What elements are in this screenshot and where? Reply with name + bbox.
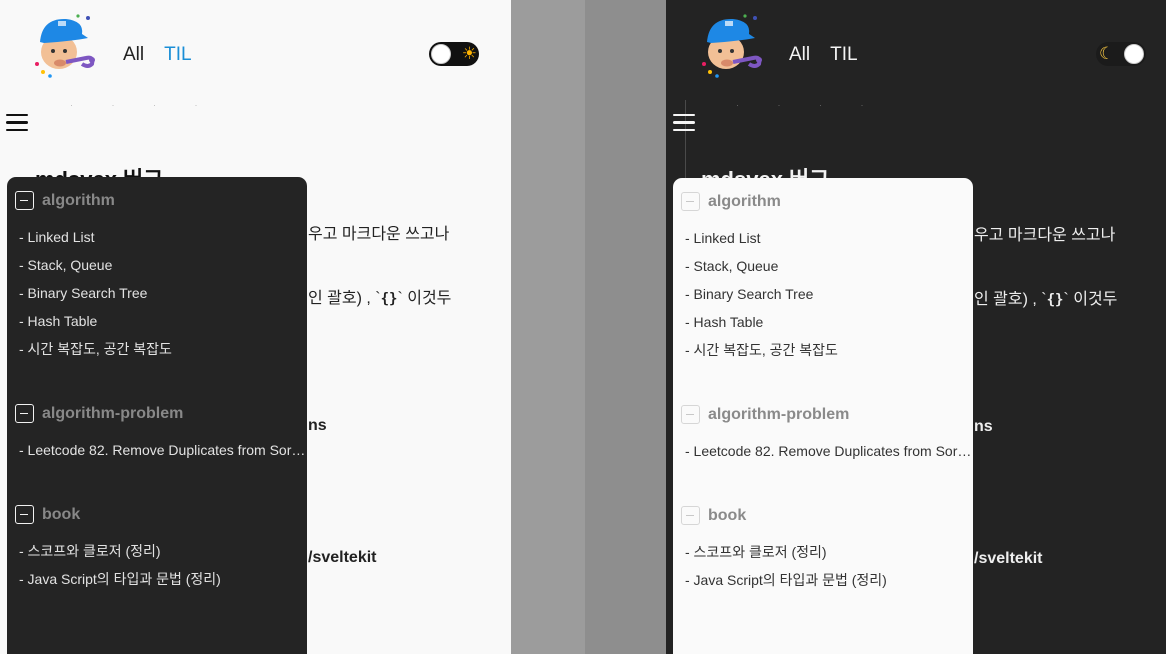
list-item[interactable]: - 시간 복잡도, 공간 복잡도 [19, 335, 307, 363]
toggle-knob [431, 44, 451, 64]
list-item[interactable]: - Leetcode 82. Remove Duplicates from So… [19, 436, 307, 464]
list-item[interactable]: - Binary Search Tree [19, 279, 307, 307]
post-text-fragment-code: 인 괄호) , `{}` 이것두 [974, 291, 1118, 308]
category-header[interactable]: algorithm-problem [673, 404, 973, 425]
category-name: book [708, 506, 747, 524]
list-item[interactable]: - Stack, Queue [685, 252, 973, 280]
list-item[interactable]: - 시간 복잡도, 공간 복잡도 [685, 336, 973, 364]
list-item[interactable]: - Stack, Queue [19, 251, 307, 279]
post-text-fragment-code: 인 괄호) , `{}` 이것두 [308, 290, 452, 307]
backdrop-overlay [585, 0, 666, 654]
theme-toggle[interactable]: ☀ [429, 42, 479, 66]
category-item-list: - Leetcode 82. Remove Duplicates from So… [673, 437, 973, 465]
list-item[interactable]: - Linked List [685, 224, 973, 252]
post-link-fragment[interactable]: /sveltekit [974, 550, 1042, 568]
hamburger-menu-icon[interactable] [6, 114, 28, 132]
nav-all-link[interactable]: All [789, 44, 810, 66]
collapse-icon[interactable] [15, 505, 34, 524]
divider-dots: · · · · [736, 100, 882, 110]
category-item-list: - Linked List - Stack, Queue - Binary Se… [673, 224, 973, 364]
divider-dots: · · · · [70, 100, 216, 110]
main-nav: All TIL [123, 44, 192, 66]
list-item[interactable]: - Binary Search Tree [685, 280, 973, 308]
category-header[interactable]: book [7, 504, 307, 525]
category-item-list: - 스코프와 클로저 (정리) - Java Script의 타입과 문법 (정… [673, 538, 973, 594]
post-text-fragment: 우고 마크다운 쓰고나 [974, 227, 1116, 244]
backdrop-overlay [511, 0, 585, 654]
category-item-list: - 스코프와 클로저 (정리) - Java Script의 타입과 문법 (정… [7, 537, 307, 593]
collapse-icon[interactable] [681, 506, 700, 525]
category-header[interactable]: algorithm-problem [7, 403, 307, 424]
category-header[interactable]: book [673, 505, 973, 526]
list-item[interactable]: - 스코프와 클로저 (정리) [19, 537, 307, 565]
collapse-icon[interactable] [15, 191, 34, 210]
list-item[interactable]: - Java Script의 타입과 문법 (정리) [685, 566, 973, 594]
post-link-fragment[interactable]: ns [974, 418, 993, 436]
category-item-list: - Leetcode 82. Remove Duplicates from So… [7, 436, 307, 464]
main-nav: All TIL [789, 44, 858, 66]
list-item[interactable]: - Java Script의 타입과 문법 (정리) [19, 565, 307, 593]
post-link-fragment[interactable]: ns [308, 417, 327, 435]
dark-theme-panel: All TIL ☾ · · · · mdsvex 버그 우고 마크다운 쓰고나 … [666, 0, 1166, 654]
category-item-list: - Linked List - Stack, Queue - Binary Se… [7, 223, 307, 363]
toggle-knob [1124, 44, 1144, 64]
category-menu: algorithm - Linked List - Stack, Queue -… [673, 178, 973, 654]
list-item[interactable]: - 스코프와 클로저 (정리) [685, 538, 973, 566]
list-item[interactable]: - Leetcode 82. Remove Duplicates from So… [685, 437, 973, 465]
collapse-icon[interactable] [681, 192, 700, 211]
category-name: algorithm [42, 191, 115, 209]
list-item[interactable]: - Linked List [19, 223, 307, 251]
category-header[interactable]: algorithm [673, 191, 973, 212]
category-name: algorithm-problem [42, 404, 184, 422]
nav-til-link[interactable]: TIL [164, 44, 191, 66]
category-header[interactable]: algorithm [7, 190, 307, 211]
hamburger-menu-icon[interactable] [673, 114, 695, 132]
avatar-memoji[interactable] [32, 12, 98, 78]
theme-toggle[interactable]: ☾ [1096, 42, 1146, 66]
light-theme-panel: All TIL ☀ · · · · mdsvex 버그 우고 마크다운 쓰고나 … [0, 0, 511, 654]
post-link-fragment[interactable]: /sveltekit [308, 549, 376, 567]
list-item[interactable]: - Hash Table [19, 307, 307, 335]
post-text-fragment: 우고 마크다운 쓰고나 [308, 226, 450, 243]
collapse-icon[interactable] [15, 404, 34, 423]
category-menu: algorithm - Linked List - Stack, Queue -… [7, 177, 307, 654]
sun-icon: ☀ [461, 44, 477, 63]
nav-til-link[interactable]: TIL [830, 44, 857, 66]
category-name: algorithm [708, 192, 781, 210]
list-item[interactable]: - Hash Table [685, 308, 973, 336]
category-name: algorithm-problem [708, 405, 850, 423]
avatar-memoji[interactable] [699, 12, 765, 78]
collapse-icon[interactable] [681, 405, 700, 424]
nav-all-link[interactable]: All [123, 44, 144, 66]
moon-icon: ☾ [1099, 44, 1115, 63]
category-name: book [42, 505, 81, 523]
